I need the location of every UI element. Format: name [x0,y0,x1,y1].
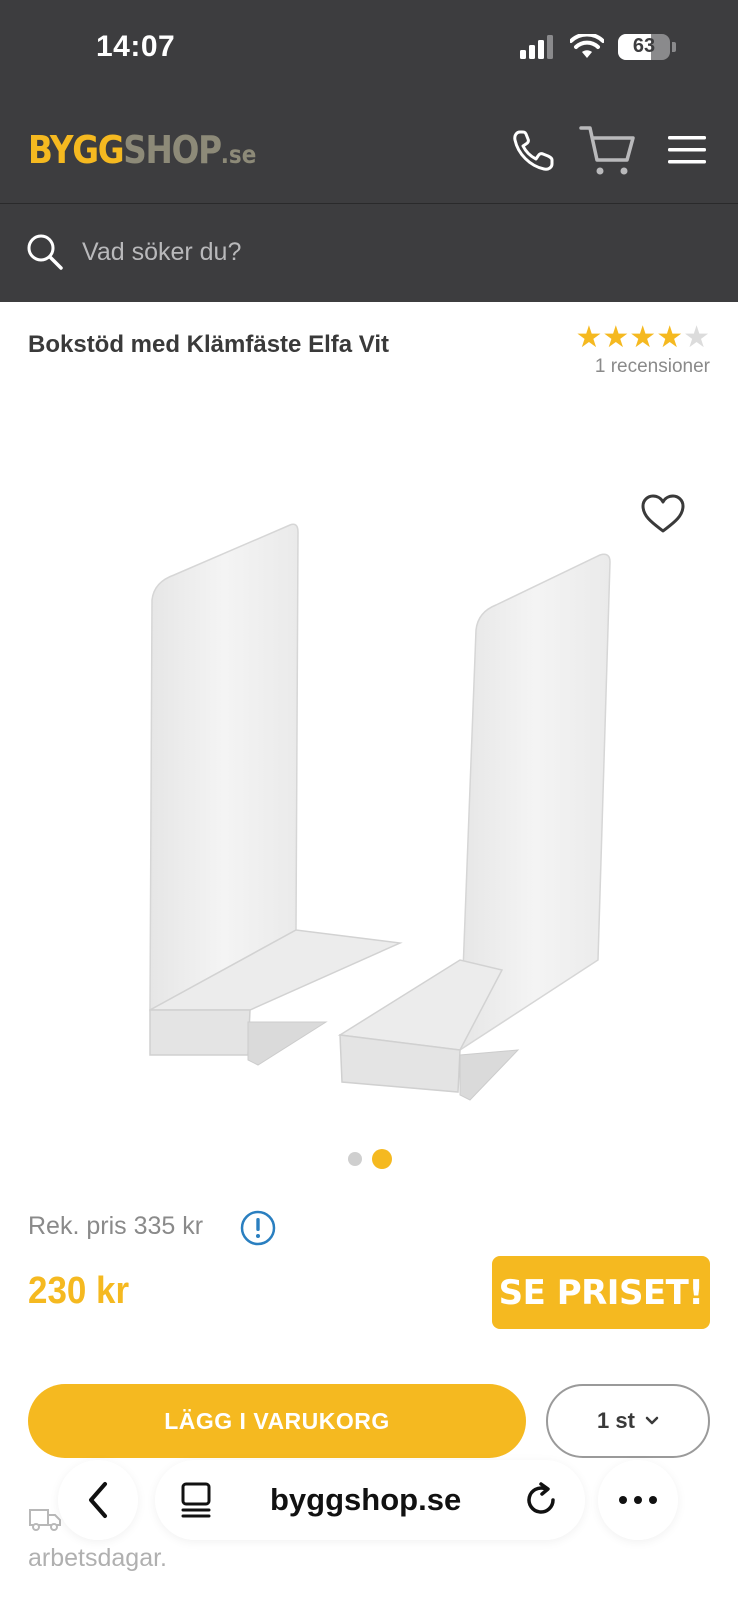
chevron-down-icon [645,1416,659,1425]
browser-more-button[interactable] [598,1460,678,1540]
delivery-text: arbetsdagar. [28,1544,167,1572]
reload-icon[interactable] [523,1482,559,1518]
product-title: Bokstöd med Klämfäste Elfa Vit [28,331,389,358]
battery-icon: 63 [618,34,670,60]
star-icon: ★ [575,321,603,354]
heart-icon[interactable] [640,493,686,535]
rating-stars: ★★★★★ [575,322,710,354]
recommended-price: Rek. pris 335 kr [28,1212,204,1240]
search-bar [0,203,738,302]
quantity-select[interactable]: 1 st [546,1384,710,1458]
star-icon: ★ [629,321,657,354]
product-image[interactable] [130,510,620,1120]
quantity-value: 1 st [597,1408,635,1433]
browser-back-button[interactable] [58,1460,138,1540]
browser-address-bar[interactable]: byggshop.se [155,1460,585,1540]
truck-icon [29,1509,61,1531]
gallery-dot[interactable] [348,1152,362,1166]
search-icon [27,234,63,270]
browser-url[interactable]: byggshop.se [270,1482,461,1518]
chevron-left-icon [89,1482,107,1518]
site-header: 14:07 63 BYGGSHOP.se [0,0,738,203]
battery-level: 63 [632,35,656,57]
product-rating[interactable]: ★★★★★ 1 recensioner [575,322,710,378]
cart-icon[interactable] [578,122,636,180]
tabs-icon[interactable] [179,1482,213,1518]
status-icons: 63 [520,34,676,60]
site-logo[interactable]: BYGGSHOP.se [28,128,256,172]
menu-icon[interactable] [668,134,706,166]
star-icon: ★ [656,321,684,354]
more-icon [619,1496,657,1504]
wifi-icon [570,34,604,58]
battery-tip [672,42,676,52]
gallery-pagination [348,1149,392,1169]
signal-icon [520,35,553,59]
product-price: 230 kr [28,1270,130,1312]
star-icon: ★ [602,321,630,354]
add-to-cart-button[interactable]: LÄGG I VARUKORG [28,1384,526,1458]
review-count[interactable]: 1 recensioner [575,356,710,378]
see-price-button[interactable]: SE PRISET! [492,1256,710,1329]
info-icon[interactable] [240,1210,276,1246]
gallery-dot-active[interactable] [372,1149,392,1169]
star-empty-icon: ★ [683,321,710,354]
phone-icon[interactable] [510,128,556,174]
status-time: 14:07 [96,30,176,63]
search-input[interactable] [82,238,682,267]
